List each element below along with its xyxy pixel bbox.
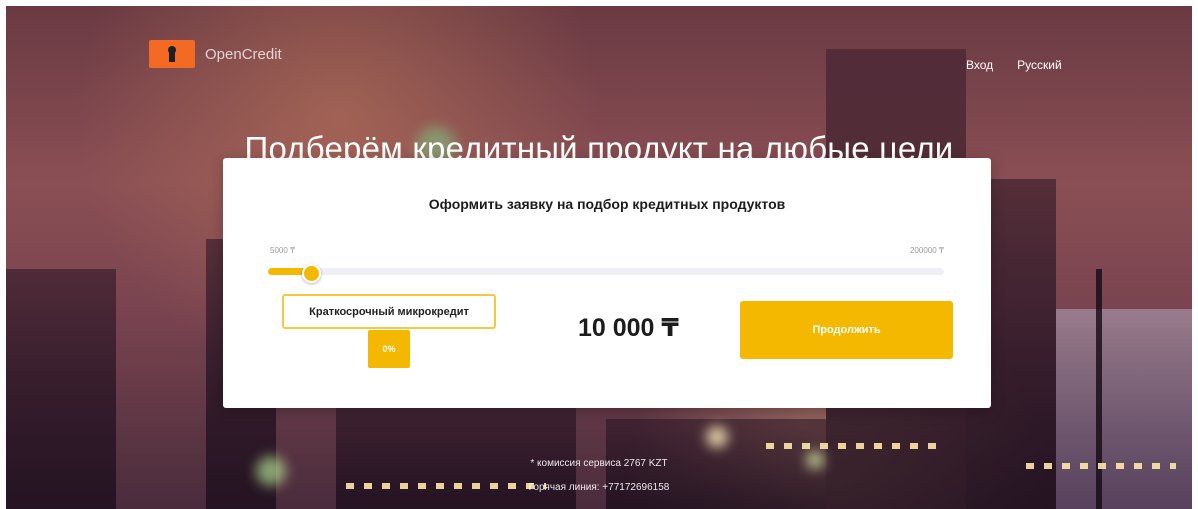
amount-display: 10 000 ₸ <box>578 314 679 342</box>
city-lights <box>766 443 946 449</box>
form-title: Оформить заявку на подбор кредитных прод… <box>428 196 786 212</box>
building-silhouette <box>1056 309 1192 509</box>
amount-slider[interactable] <box>268 264 944 283</box>
product-type-label: Краткосрочный микрокредит <box>282 294 496 329</box>
hotline-note: Горячая линия: +77172696158 <box>528 482 670 493</box>
street-lamp <box>1096 269 1102 509</box>
top-nav: Вход Русский <box>966 58 1062 72</box>
light-glow <box>706 426 728 448</box>
keyhole-logo-icon <box>149 40 195 68</box>
range-min-label: 5000 ₸ <box>270 246 296 255</box>
building-silhouette <box>6 269 116 509</box>
commission-note: * комиссия сервиса 2767 KZT <box>530 458 668 469</box>
rate-badge: 0% <box>368 330 410 368</box>
continue-button[interactable]: Продолжить <box>740 301 953 359</box>
application-form-card: Оформить заявку на подбор кредитных прод… <box>223 158 991 408</box>
site-logo[interactable]: OpenCredit <box>149 40 282 68</box>
logo-text: OpenCredit <box>205 45 282 63</box>
language-switcher[interactable]: Русский <box>1017 58 1062 72</box>
slider-handle[interactable] <box>302 264 322 283</box>
range-max-label: 200000 ₸ <box>909 246 944 255</box>
login-link[interactable]: Вход <box>966 58 993 72</box>
